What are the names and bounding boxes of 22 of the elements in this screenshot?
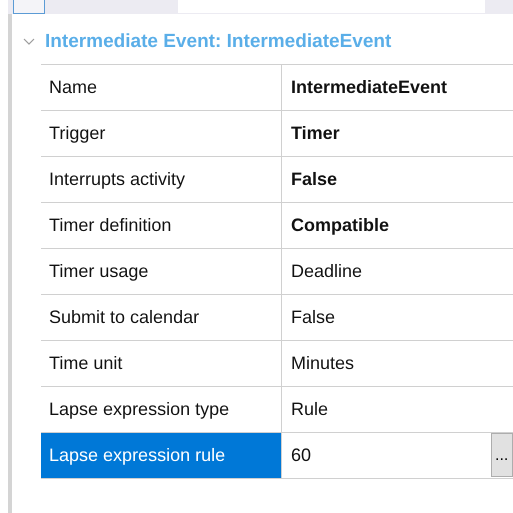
property-value[interactable]: Timer xyxy=(282,111,513,156)
property-name[interactable]: Time unit xyxy=(41,341,282,386)
tab[interactable] xyxy=(13,0,45,14)
property-value[interactable]: Rule xyxy=(282,387,513,432)
property-name[interactable]: Timer definition xyxy=(41,203,282,248)
property-name[interactable]: Interrupts activity xyxy=(41,157,282,202)
property-value[interactable]: Compatible xyxy=(282,203,513,248)
ellipsis-button[interactable]: ... xyxy=(491,433,513,477)
property-name[interactable]: Lapse expression type xyxy=(41,387,282,432)
property-name[interactable]: Name xyxy=(41,65,282,110)
property-name[interactable]: Timer usage xyxy=(41,249,282,294)
property-name[interactable]: Trigger xyxy=(41,111,282,156)
property-value[interactable]: Deadline xyxy=(282,249,513,294)
property-value[interactable]: False xyxy=(282,157,513,202)
property-value[interactable]: 60 xyxy=(282,433,491,478)
property-value[interactable]: Minutes xyxy=(282,341,513,386)
chevron-icon[interactable] xyxy=(23,38,35,46)
section-title: Intermediate Event: IntermediateEvent xyxy=(45,30,392,54)
property-value[interactable]: False xyxy=(282,295,513,340)
property-name[interactable]: Lapse expression rule xyxy=(41,433,282,478)
property-name[interactable]: Submit to calendar xyxy=(41,295,282,340)
property-value[interactable]: IntermediateEvent xyxy=(282,65,513,110)
